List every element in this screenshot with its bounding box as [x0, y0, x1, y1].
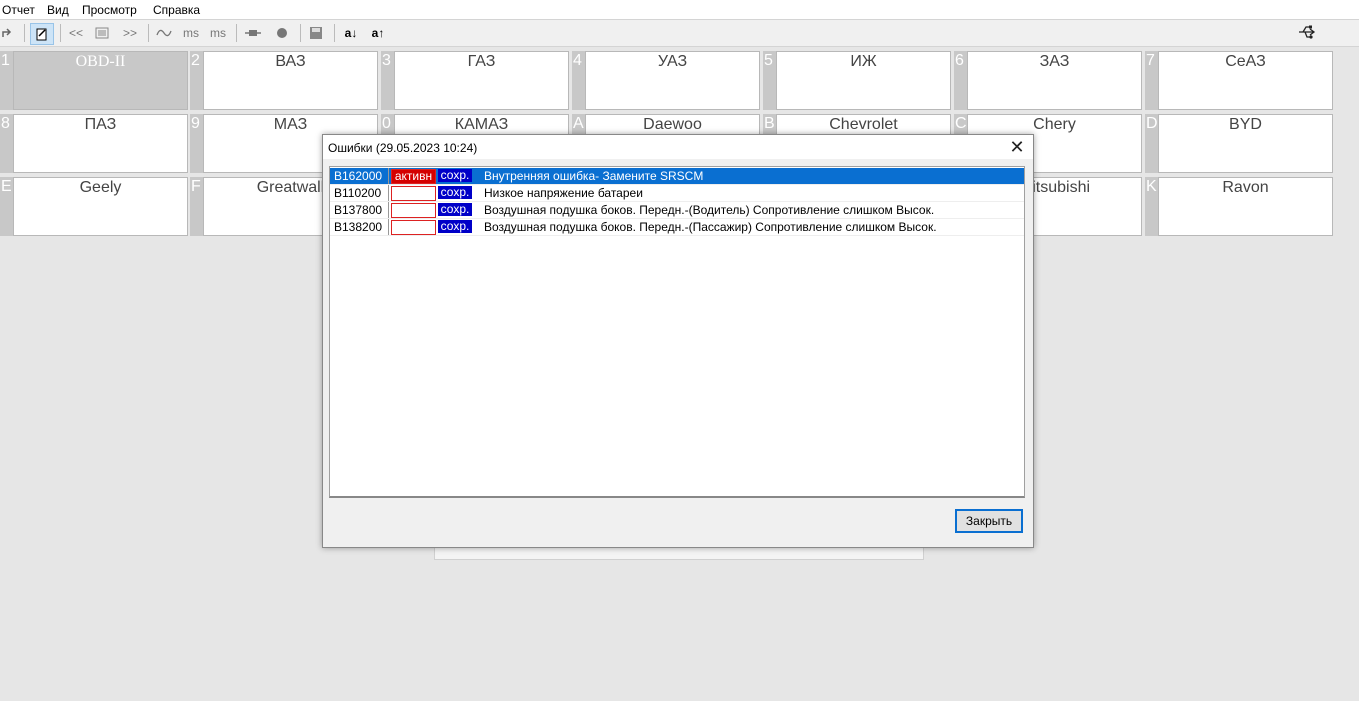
brand-button[interactable]: BYD — [1158, 114, 1333, 173]
brand-hotkey: 4 — [572, 51, 585, 110]
brand-button[interactable]: Ravon — [1158, 177, 1333, 236]
record-icon[interactable] — [272, 23, 292, 43]
brand-hotkey: 1 — [0, 51, 13, 110]
connector-icon[interactable] — [243, 23, 263, 43]
column-divider — [388, 202, 389, 218]
brand-hotkey: 7 — [1145, 51, 1158, 110]
saved-status-badge: сохр. — [438, 186, 472, 199]
brand-hotkey: 9 — [190, 114, 203, 173]
brand-hotkey: 2 — [190, 51, 203, 110]
menu-bar: Отчет Вид Просмотр Справка — [0, 0, 1359, 19]
menu-help[interactable]: Справка — [153, 3, 200, 17]
error-description: Воздушная подушка боков. Передн.-(Пассаж… — [484, 220, 937, 234]
brand-hotkey: 3 — [381, 51, 394, 110]
ms-plus-button[interactable]: ms — [208, 23, 228, 43]
active-status-badge — [391, 220, 436, 235]
usb-icon[interactable] — [1298, 24, 1316, 40]
brand-hotkey: F — [190, 177, 203, 236]
active-status-badge — [391, 203, 436, 218]
brand-hotkey: E — [0, 177, 13, 236]
prev-button[interactable]: << — [66, 23, 86, 43]
brand-hotkey: K — [1145, 177, 1158, 236]
brand-button[interactable]: Geely — [13, 177, 188, 236]
error-description: Воздушная подушка боков. Передн.-(Водите… — [484, 203, 935, 217]
brand-cell[interactable]: 7 СеАЗ — [1145, 51, 1333, 110]
error-row[interactable]: B110200 сохр. Низкое напряжение батареи — [330, 185, 1024, 202]
column-divider — [388, 185, 389, 201]
brand-button[interactable]: СеАЗ — [1158, 51, 1333, 110]
brand-cell[interactable]: 4 УАЗ — [572, 51, 760, 110]
close-button[interactable]: Закрыть — [955, 509, 1023, 533]
column-divider — [388, 168, 389, 184]
error-row[interactable]: B137800 сохр. Воздушная подушка боков. Пер… — [330, 202, 1024, 219]
error-list[interactable]: B162000 активн сохр. Внутренняя ошибка- Зам… — [329, 166, 1025, 498]
brand-button[interactable]: ПАЗ — [13, 114, 188, 173]
active-status-badge: активн — [391, 169, 436, 184]
saved-status-badge: сохр. — [438, 169, 472, 182]
dialog-titlebar: Ошибки (29.05.2023 10:24) ✕ — [323, 135, 1033, 159]
brand-cell[interactable]: E Geely — [0, 177, 188, 236]
brand-hotkey: 8 — [0, 114, 13, 173]
brand-button[interactable]: ВАЗ — [203, 51, 378, 110]
ms-button[interactable]: ms — [181, 23, 201, 43]
brand-cell[interactable]: 8 ПАЗ — [0, 114, 188, 173]
brand-button[interactable]: УАЗ — [585, 51, 760, 110]
brand-hotkey: 6 — [954, 51, 967, 110]
brand-button[interactable]: ГАЗ — [394, 51, 569, 110]
wave-icon[interactable] — [154, 23, 174, 43]
next-button[interactable]: >> — [120, 23, 140, 43]
brand-button[interactable]: ЗАЗ — [967, 51, 1142, 110]
brand-cell[interactable]: K Ravon — [1145, 177, 1333, 236]
edit-document-icon[interactable] — [30, 23, 54, 45]
list-icon[interactable] — [93, 23, 111, 43]
brand-cell[interactable]: D BYD — [1145, 114, 1333, 173]
brand-cell[interactable]: 6 ЗАЗ — [954, 51, 1142, 110]
saved-status-badge: сохр. — [438, 203, 472, 216]
brand-button[interactable]: ИЖ — [776, 51, 951, 110]
error-code: B110200 — [334, 186, 382, 200]
back-icon[interactable] — [0, 23, 14, 43]
error-code: B162000 — [334, 169, 383, 183]
error-description: Внутренняя ошибка- Замените SRSCM — [484, 169, 704, 183]
brand-hotkey: D — [1145, 114, 1158, 173]
brand-cell[interactable]: 2 ВАЗ — [190, 51, 378, 110]
menu-view[interactable]: Вид — [47, 3, 69, 17]
menu-browse[interactable]: Просмотр — [82, 3, 137, 17]
brand-cell[interactable]: 3 ГАЗ — [381, 51, 569, 110]
brand-cell[interactable]: 5 ИЖ — [763, 51, 951, 110]
saved-status-badge: сохр. — [438, 220, 472, 233]
sort-down-button[interactable]: a↓ — [341, 23, 361, 43]
brand-button[interactable]: OBD-II — [13, 51, 188, 110]
error-row[interactable]: B138200 сохр. Воздушная подушка боков. Пер… — [330, 219, 1024, 236]
error-code: B138200 — [334, 220, 383, 234]
error-code: B137800 — [334, 203, 383, 217]
sort-up-button[interactable]: a↑ — [368, 23, 388, 43]
save-icon[interactable] — [306, 23, 326, 43]
brand-hotkey: 5 — [763, 51, 776, 110]
error-row[interactable]: B162000 активн сохр. Внутренняя ошибка- Зам… — [330, 168, 1024, 185]
brand-cell[interactable]: 1 OBD-II — [0, 51, 188, 110]
menu-report[interactable]: Отчет — [2, 3, 35, 17]
column-divider — [388, 219, 389, 235]
toolbar: << >> ms ms a↓ a↑ — [0, 19, 1359, 47]
active-status-badge — [391, 186, 436, 201]
close-icon[interactable]: ✕ — [1007, 137, 1027, 157]
dialog-title: Ошибки (29.05.2023 10:24) — [328, 141, 478, 155]
errors-dialog: Ошибки (29.05.2023 10:24) ✕ B162000 актив… — [322, 134, 1034, 548]
error-description: Низкое напряжение батареи — [484, 186, 643, 200]
